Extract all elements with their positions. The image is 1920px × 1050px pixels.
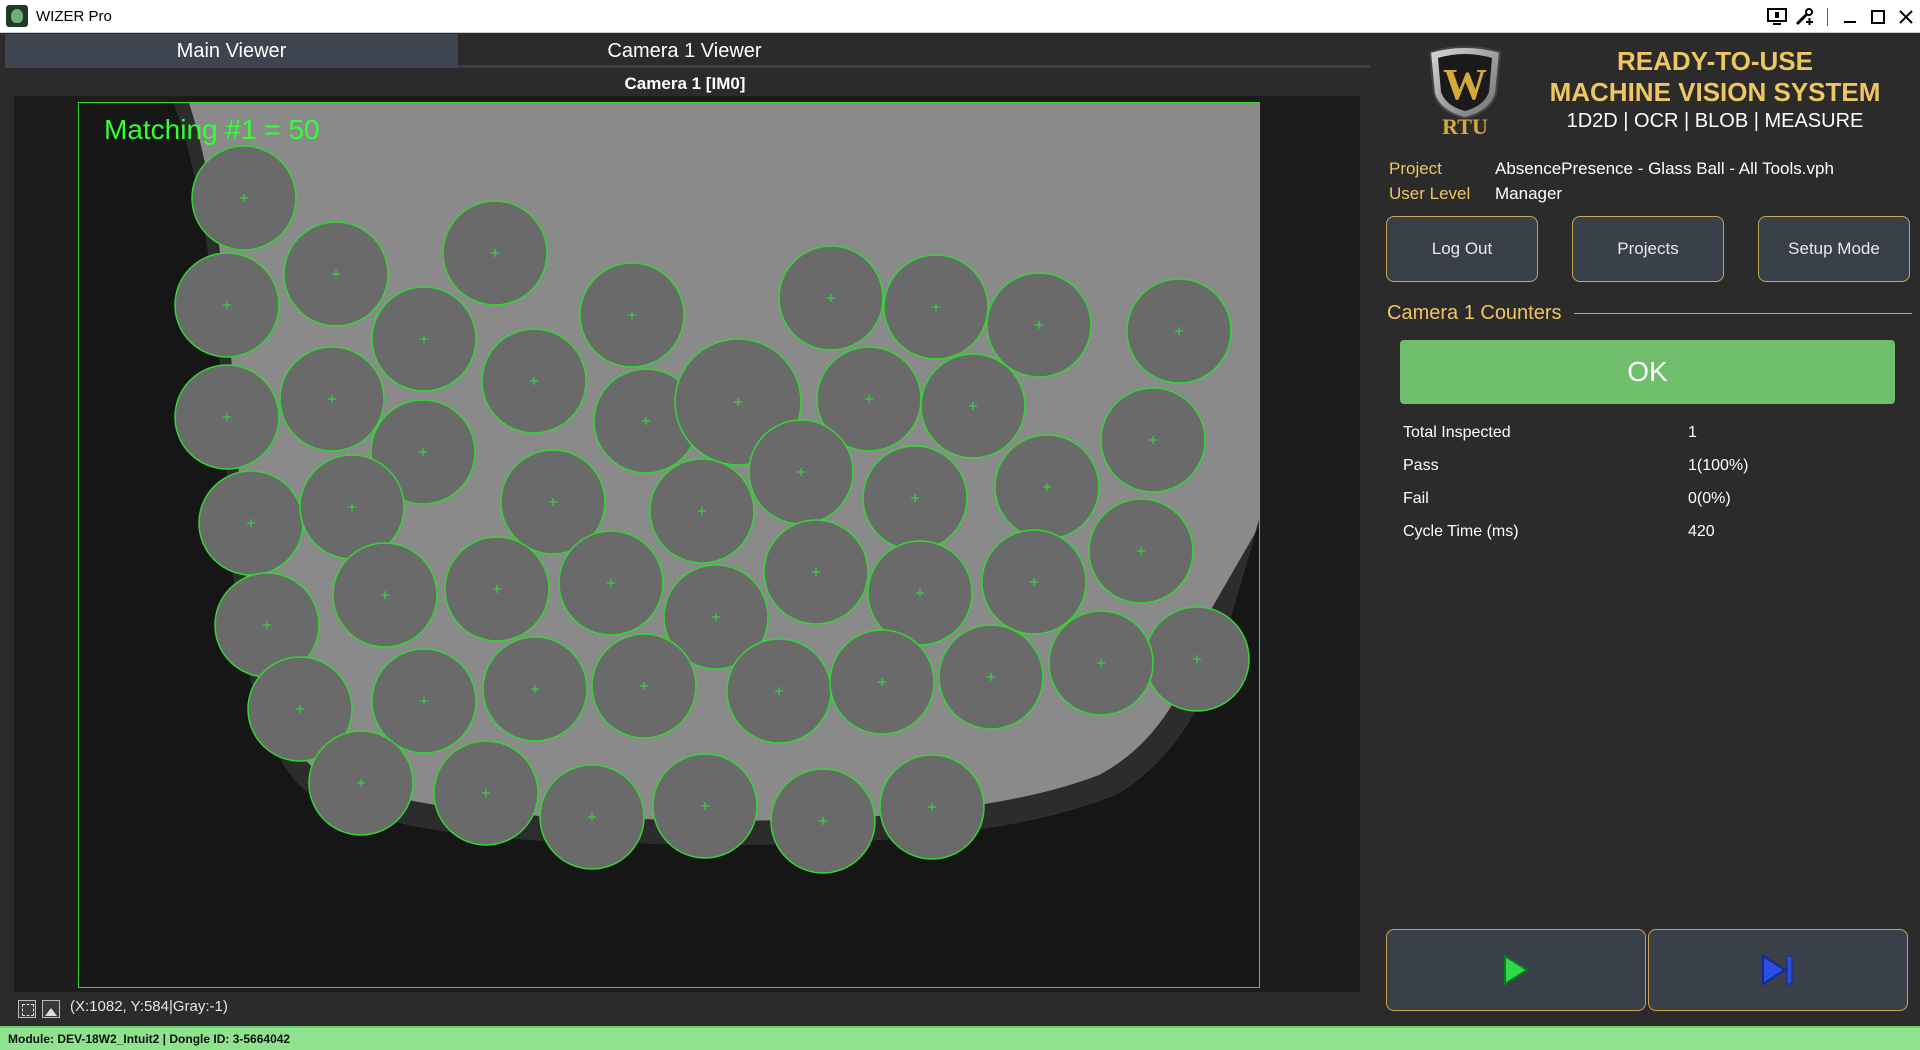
user-level-value: Manager xyxy=(1495,183,1563,203)
counter-row-cycle-time: Cycle Time (ms) 420 xyxy=(1403,515,1883,548)
log-out-button[interactable]: Log Out xyxy=(1386,216,1538,282)
run-button[interactable] xyxy=(1386,929,1646,1011)
title-separator xyxy=(1827,7,1828,26)
minimize-icon[interactable] xyxy=(1836,3,1864,31)
maximize-icon[interactable] xyxy=(1864,3,1892,31)
counter-row-pass: Pass 1(100%) xyxy=(1403,449,1883,482)
close-icon[interactable] xyxy=(1892,3,1920,31)
headline-line-1: READY-TO-USE xyxy=(1617,46,1813,76)
counters-section-header: Camera 1 Counters xyxy=(1387,302,1912,325)
monitor-icon[interactable] xyxy=(1763,3,1791,31)
counter-label: Cycle Time (ms) xyxy=(1403,522,1519,540)
project-info: Project AbsencePresence - Glass Ball - A… xyxy=(1389,156,1834,206)
counters-title: Camera 1 Counters xyxy=(1387,302,1562,324)
projects-button[interactable]: Projects xyxy=(1572,216,1724,282)
run-controls xyxy=(1386,929,1908,1011)
headline-line-2: MACHINE VISION SYSTEM xyxy=(1549,77,1881,107)
step-button[interactable] xyxy=(1648,929,1908,1011)
viewer-tabs: Main Viewer Camera 1 Viewer xyxy=(5,34,1370,68)
counters-divider xyxy=(1573,313,1912,314)
counter-label: Pass xyxy=(1403,456,1439,474)
rtu-logo: W RTU xyxy=(1420,44,1510,139)
fit-to-window-icon[interactable] xyxy=(18,1000,36,1018)
project-label: Project xyxy=(1389,158,1442,178)
camera-image-canvas xyxy=(79,103,1259,987)
counter-value: 1(100%) xyxy=(1688,456,1749,474)
feature-subline: 1D2D | OCR | BLOB | MEASURE xyxy=(1566,110,1864,132)
logo-letter: W xyxy=(1443,60,1487,109)
camera-title: Camera 1 [IM0] xyxy=(624,74,746,93)
user-level-label: User Level xyxy=(1389,183,1471,203)
action-buttons: Log Out Projects Setup Mode xyxy=(1386,216,1910,282)
counter-value: 420 xyxy=(1688,522,1715,540)
setup-mode-button[interactable]: Setup Mode xyxy=(1758,216,1910,282)
counter-value: 1 xyxy=(1688,423,1697,441)
image-toolbar xyxy=(18,1000,60,1018)
project-value: AbsencePresence - Glass Ball - All Tools… xyxy=(1495,158,1834,178)
tools-icon[interactable] xyxy=(1791,3,1819,31)
inspection-status-badge: OK xyxy=(1400,340,1895,404)
headline: READY-TO-USE MACHINE VISION SYSTEM xyxy=(1525,46,1905,108)
counter-row-fail: Fail 0(0%) xyxy=(1403,482,1883,515)
camera-image[interactable] xyxy=(78,102,1260,988)
counters-table: Total Inspected 1 Pass 1(100%) Fail 0(0%… xyxy=(1403,416,1883,548)
counter-value: 0(0%) xyxy=(1688,489,1731,507)
play-icon xyxy=(1504,954,1529,986)
logo-text: RTU xyxy=(1442,114,1488,139)
window-controls xyxy=(1763,0,1920,33)
save-image-icon[interactable] xyxy=(42,1000,60,1018)
viewer-panel: Main Viewer Camera 1 Viewer Camera 1 [IM… xyxy=(0,34,1375,1024)
counter-row-total-inspected: Total Inspected 1 xyxy=(1403,416,1883,449)
matching-result-label: Matching #1 = 50 xyxy=(104,114,320,145)
tab-camera-1-viewer[interactable]: Camera 1 Viewer xyxy=(458,34,911,68)
pixel-coordinates: (X:1082, Y:584|Gray:-1) xyxy=(70,998,228,1015)
app-logo-icon xyxy=(6,5,28,27)
status-bar: Module: DEV-18W2_Intuit2 | Dongle ID: 3-… xyxy=(0,1026,1920,1050)
control-panel: W RTU READY-TO-USE MACHINE VISION SYSTEM… xyxy=(1375,34,1920,1024)
counter-label: Total Inspected xyxy=(1403,423,1511,441)
title-bar: WIZER Pro xyxy=(0,0,1920,33)
counter-label: Fail xyxy=(1403,489,1429,507)
tab-main-viewer[interactable]: Main Viewer xyxy=(5,34,458,68)
window-title: WIZER Pro xyxy=(36,7,112,25)
step-icon xyxy=(1762,954,1793,986)
